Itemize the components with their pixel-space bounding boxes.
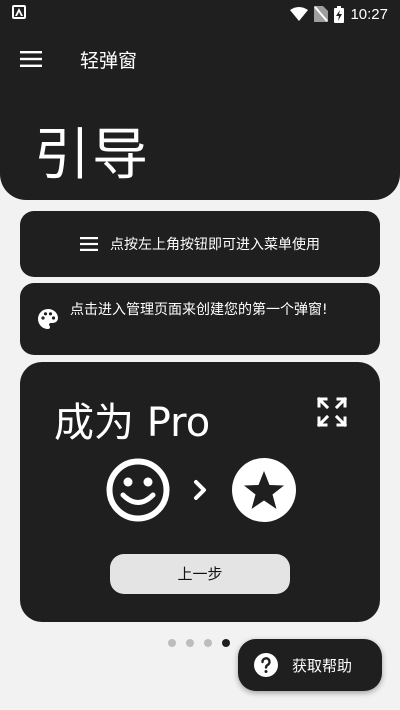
pro-card: 成为 Pro 上一步 (20, 362, 380, 622)
help-icon (254, 653, 278, 677)
smiley-icon (106, 458, 170, 522)
palette-icon (38, 309, 58, 329)
menu-hint-card: 点按左上角按钮即可进入菜单使用 (20, 211, 380, 277)
fullscreen-icon[interactable] (316, 396, 348, 428)
page-title: 引导 (34, 123, 150, 188)
create-popup-tip-card[interactable]: 点击进入管理页面来创建您的第一个弹窗! (20, 283, 380, 355)
status-bar: 10:27 (0, 0, 400, 28)
get-help-button[interactable]: 获取帮助 (238, 639, 382, 691)
battery-icon (334, 5, 345, 23)
wifi-icon (290, 7, 309, 21)
get-help-label: 获取帮助 (292, 656, 353, 675)
menu-button[interactable] (14, 44, 48, 74)
app-bar: 轻弹窗 (0, 28, 400, 90)
app-title: 轻弹窗 (80, 50, 138, 72)
pro-title: 成为 Pro (54, 400, 211, 446)
previous-step-button[interactable]: 上一步 (110, 554, 290, 594)
page-dot-3[interactable] (204, 639, 212, 647)
menu-hint-text: 点按左上角按钮即可进入菜单使用 (110, 237, 320, 253)
list-menu-icon (80, 237, 98, 251)
star-badge-icon (232, 458, 296, 522)
hamburger-menu-icon (20, 51, 42, 67)
create-popup-tip-text: 点击进入管理页面来创建您的第一个弹窗! (70, 302, 328, 318)
upgrade-illustration (106, 458, 296, 522)
app-notification-icon (12, 5, 26, 19)
page-indicator (168, 639, 230, 647)
hero-header: 引导 (0, 90, 400, 200)
status-time: 10:27 (350, 5, 388, 23)
chevron-right-icon (194, 480, 206, 500)
page-dot-1[interactable] (168, 639, 176, 647)
page-dot-4-active[interactable] (222, 639, 230, 647)
page-dot-2[interactable] (186, 639, 194, 647)
no-sim-icon (314, 6, 329, 22)
status-icons: 10:27 (290, 4, 388, 24)
